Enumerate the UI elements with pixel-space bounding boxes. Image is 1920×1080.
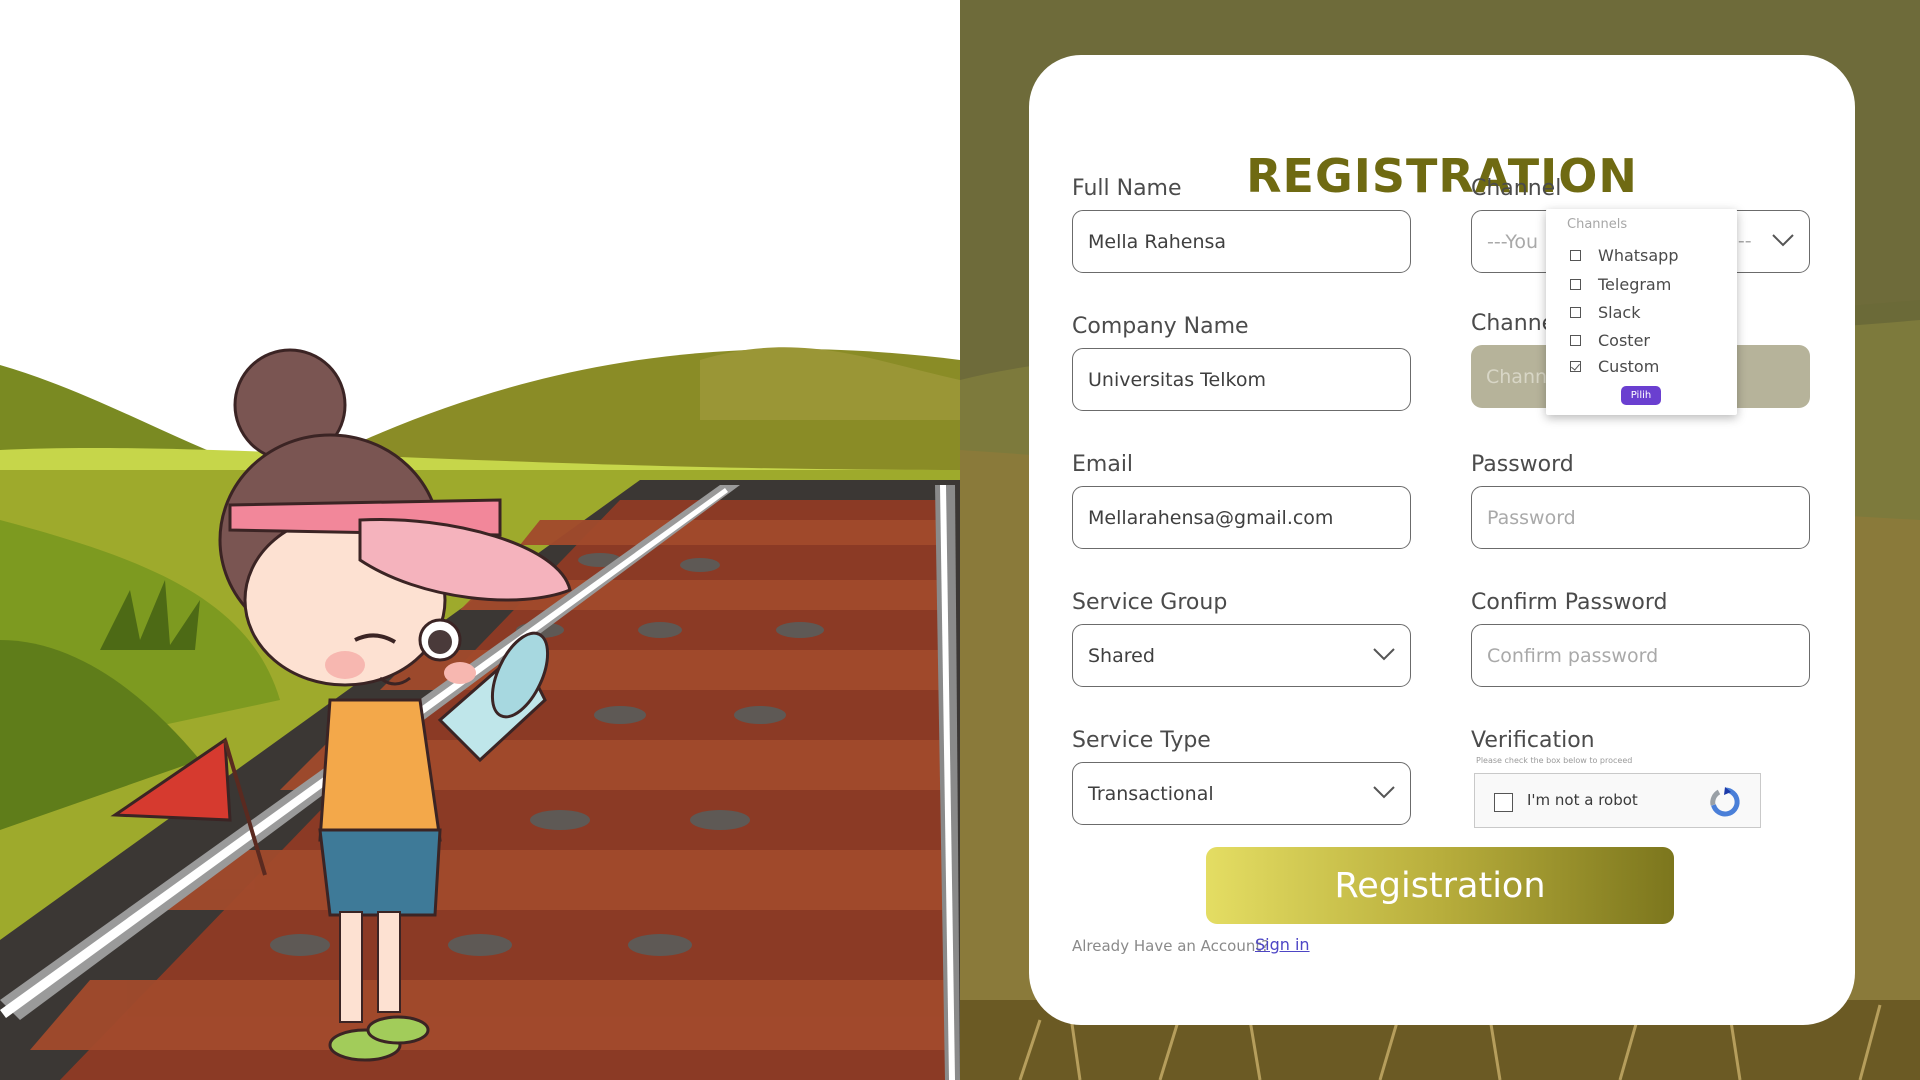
verification-label: Verification — [1471, 728, 1595, 753]
recaptcha-widget: I'm not a robot — [1474, 773, 1761, 828]
channel-option-telegram[interactable]: Telegram — [1570, 273, 1671, 295]
confirm-password-input[interactable] — [1471, 624, 1810, 687]
service-group-select[interactable]: Shared — [1072, 624, 1411, 687]
option-label: Whatsapp — [1598, 245, 1679, 265]
chevron-down-icon — [1772, 234, 1794, 247]
full-name-label: Full Name — [1072, 176, 1182, 201]
railway-scene-image — [0, 347, 960, 1080]
chevron-down-icon — [1373, 786, 1395, 799]
verification-note: Please check the box below to proceed — [1476, 756, 1633, 765]
channel-option-coster[interactable]: Coster — [1570, 329, 1650, 351]
channel-option-custom[interactable]: Custom — [1570, 355, 1659, 377]
password-input[interactable] — [1471, 486, 1810, 549]
recaptcha-label: I'm not a robot — [1527, 791, 1638, 809]
service-type-value: Transactional — [1088, 782, 1214, 805]
checkbox-icon[interactable] — [1570, 306, 1581, 318]
checkbox-icon[interactable] — [1570, 334, 1581, 346]
registration-button[interactable]: Registration — [1206, 847, 1674, 924]
service-type-label: Service Type — [1072, 728, 1211, 753]
email-label: Email — [1072, 452, 1134, 477]
option-label: Telegram — [1598, 274, 1672, 294]
confirm-password-label: Confirm Password — [1471, 590, 1668, 615]
full-name-input[interactable] — [1072, 210, 1411, 273]
service-group-label: Service Group — [1072, 590, 1228, 615]
company-name-label: Company Name — [1072, 314, 1249, 339]
sign-in-link[interactable]: Sign in — [1255, 935, 1310, 954]
channel-option-slack[interactable]: Slack — [1570, 301, 1640, 323]
recaptcha-checkbox[interactable] — [1494, 793, 1513, 812]
company-name-input[interactable] — [1072, 348, 1411, 411]
password-label: Password — [1471, 452, 1574, 477]
checkbox-checked-icon[interactable] — [1570, 360, 1581, 372]
email-input[interactable] — [1072, 486, 1411, 549]
service-group-value: Shared — [1088, 644, 1155, 667]
illustration-railway-girl — [0, 0, 960, 1080]
option-label: Slack — [1598, 302, 1641, 322]
option-label: Custom — [1598, 356, 1660, 376]
already-have-account-text: Already Have an Account? — [1072, 937, 1270, 955]
channel-option-whatsapp[interactable]: Whatsapp — [1570, 244, 1679, 266]
channel-placeholder: ---You — [1487, 230, 1539, 253]
checkbox-icon[interactable] — [1570, 278, 1581, 290]
recaptcha-logo-icon — [1710, 787, 1740, 817]
service-type-select[interactable]: Transactional — [1072, 762, 1411, 825]
channel-dropdown-popup: Channels Whatsapp Telegram Slack Coster … — [1546, 209, 1737, 415]
pilih-button[interactable]: Pilih — [1621, 386, 1661, 405]
checkbox-icon[interactable] — [1570, 249, 1581, 261]
chevron-down-icon — [1373, 648, 1395, 661]
channels-header: Channels — [1567, 217, 1628, 232]
channel-label: Channel — [1471, 176, 1562, 201]
option-label: Coster — [1598, 330, 1650, 350]
